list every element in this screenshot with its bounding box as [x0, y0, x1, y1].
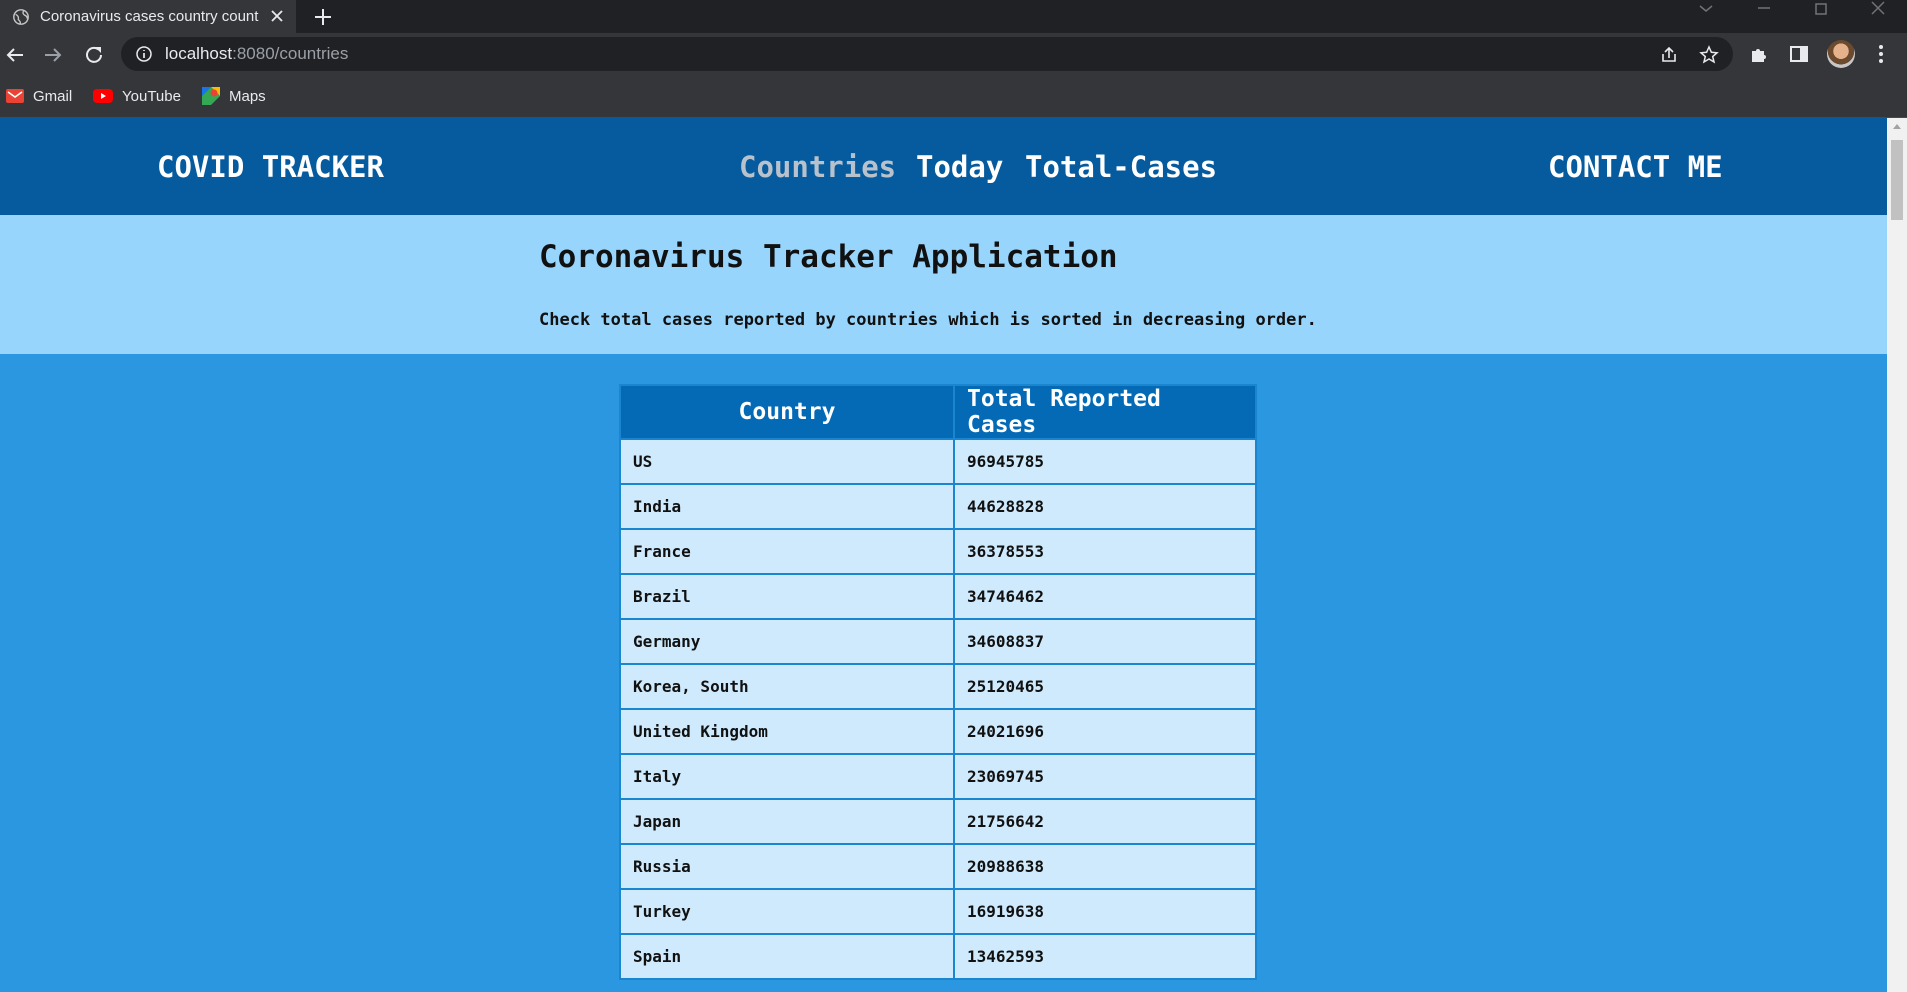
bookmark-gmail[interactable]: Gmail	[6, 86, 72, 106]
table-row: India 44628828	[619, 483, 1257, 530]
cases-cell: 44628828	[953, 483, 1257, 530]
back-icon[interactable]	[3, 43, 27, 67]
table-row: Japan 21756642	[619, 798, 1257, 845]
contact-me-link[interactable]: CONTACT ME	[1548, 150, 1723, 184]
youtube-icon	[93, 89, 113, 103]
nav-countries[interactable]: Countries	[739, 150, 896, 184]
cases-cell: 96945785	[953, 438, 1257, 485]
globe-icon	[13, 8, 29, 25]
close-tab-icon[interactable]	[268, 7, 286, 25]
country-cell: Korea, South	[619, 663, 955, 710]
bookmark-star-icon[interactable]	[1699, 45, 1719, 65]
country-cell: Turkey	[619, 888, 955, 935]
country-cell: United Kingdom	[619, 708, 955, 755]
site-navbar: COVID TRACKER Countries Today Total-Case…	[0, 118, 1887, 215]
table-row: United Kingdom 24021696	[619, 708, 1257, 755]
cases-cell: 25120465	[953, 663, 1257, 710]
cases-cell: 36378553	[953, 528, 1257, 575]
cases-cell: 24021696	[953, 708, 1257, 755]
side-panel-icon[interactable]	[1788, 43, 1810, 65]
table-row: Italy 23069745	[619, 753, 1257, 800]
table-row: Russia 20988638	[619, 843, 1257, 890]
country-cell: Spain	[619, 933, 955, 980]
close-window-icon[interactable]	[1858, 0, 1898, 20]
nav-total-cases[interactable]: Total-Cases	[1025, 150, 1217, 184]
column-header-country: Country	[619, 384, 955, 440]
nav-today[interactable]: Today	[916, 150, 1003, 184]
menu-kebab-icon[interactable]	[1870, 43, 1892, 65]
table-row: Brazil 34746462	[619, 573, 1257, 620]
maps-icon	[202, 87, 220, 105]
cases-table: Country Total Reported Cases US 96945785 I…	[619, 384, 1257, 980]
cases-cell: 34746462	[953, 573, 1257, 620]
table-row: Korea, South 25120465	[619, 663, 1257, 710]
country-cell: India	[619, 483, 955, 530]
tab-title: Coronavirus cases country count	[40, 8, 259, 25]
minimize-icon[interactable]	[1744, 0, 1784, 20]
scrollbar-thumb[interactable]	[1891, 140, 1903, 220]
new-tab-icon[interactable]	[312, 6, 334, 28]
cases-cell: 13462593	[953, 933, 1257, 980]
table-row: US 96945785	[619, 438, 1257, 485]
bookmark-maps[interactable]: Maps	[202, 86, 266, 106]
cases-cell: 23069745	[953, 753, 1257, 800]
table-header-row: Country Total Reported Cases	[619, 384, 1257, 440]
reload-icon[interactable]	[82, 43, 106, 67]
table-row: Germany 34608837	[619, 618, 1257, 665]
brand-logo-text[interactable]: COVID TRACKER	[157, 150, 384, 184]
page-subtitle: Check total cases reported by countries …	[539, 310, 1317, 330]
tab-strip: Coronavirus cases country count	[0, 0, 1907, 33]
page-scrollbar[interactable]	[1887, 118, 1907, 992]
country-cell: Germany	[619, 618, 955, 665]
browser-tab[interactable]: Coronavirus cases country count	[0, 0, 296, 33]
tab-search-icon[interactable]	[1686, 0, 1726, 20]
bookmarks-bar: Gmail YouTube Maps	[0, 76, 1907, 118]
profile-avatar[interactable]	[1827, 40, 1855, 68]
extensions-icon[interactable]	[1748, 43, 1770, 65]
cases-table-container: Country Total Reported Cases US 96945785 I…	[619, 384, 1257, 980]
bookmark-youtube[interactable]: YouTube	[93, 86, 181, 106]
address-bar[interactable]: localhost:8080/countries	[121, 37, 1733, 71]
cases-cell: 21756642	[953, 798, 1257, 845]
table-row: Turkey 16919638	[619, 888, 1257, 935]
country-cell: US	[619, 438, 955, 485]
site-info-icon[interactable]	[135, 45, 153, 63]
country-cell: France	[619, 528, 955, 575]
cases-cell: 34608837	[953, 618, 1257, 665]
country-cell: Brazil	[619, 573, 955, 620]
page-viewport: COVID TRACKER Countries Today Total-Case…	[0, 118, 1887, 992]
column-header-total-cases: Total Reported Cases	[953, 384, 1257, 440]
gmail-icon	[6, 89, 24, 103]
country-cell: Italy	[619, 753, 955, 800]
page-title: Coronavirus Tracker Application	[539, 239, 1118, 275]
cases-cell: 20988638	[953, 843, 1257, 890]
url-text: localhost:8080/countries	[165, 44, 349, 63]
share-icon[interactable]	[1659, 45, 1679, 65]
table-body: US 96945785 India 44628828 France 36378553 Bra…	[619, 438, 1257, 980]
restore-icon[interactable]	[1801, 0, 1841, 20]
browser-toolbar: localhost:8080/countries	[0, 33, 1907, 76]
table-row: Spain 13462593	[619, 933, 1257, 980]
table-row: France 36378553	[619, 528, 1257, 575]
country-cell: Russia	[619, 843, 955, 890]
forward-icon[interactable]	[41, 43, 65, 67]
cases-cell: 16919638	[953, 888, 1257, 935]
hero-section: Coronavirus Tracker Application Check to…	[0, 215, 1887, 354]
country-cell: Japan	[619, 798, 955, 845]
scroll-up-icon[interactable]	[1892, 122, 1902, 130]
